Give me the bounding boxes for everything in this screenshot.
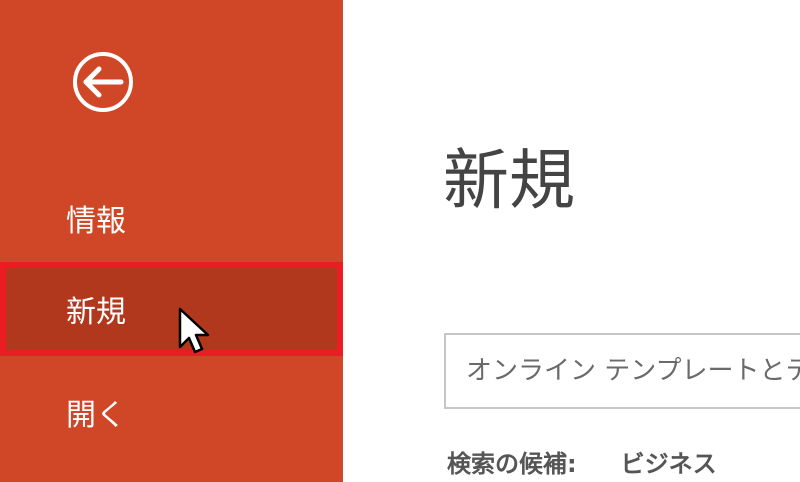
sidebar-item-open[interactable]: 開く [0, 366, 343, 458]
sidebar-item-label: 開く [66, 398, 126, 433]
suggestion-business-link[interactable]: ビジネス [621, 444, 717, 479]
back-arrow-circle-icon[interactable] [58, 52, 148, 112]
mouse-pointer-icon [178, 307, 210, 354]
template-search-box[interactable] [444, 333, 800, 409]
sidebar-item-info[interactable]: 情報 [0, 172, 343, 264]
sidebar-item-label: 情報 [66, 204, 126, 239]
app-window: 情報 新規 開く 新規 検索の候補: ビジネス [0, 0, 800, 482]
template-search-input[interactable] [446, 340, 800, 402]
suggestions-label: 検索の候補: [447, 450, 577, 478]
back-button[interactable] [58, 52, 148, 112]
backstage-sidebar: 情報 新規 開く [0, 0, 343, 482]
main-panel: 新規 検索の候補: ビジネス [343, 0, 800, 482]
page-title: 新規 [443, 142, 575, 219]
search-suggestions: 検索の候補: ビジネス [447, 444, 717, 479]
sidebar-item-label: 新規 [66, 295, 126, 330]
sidebar-item-new[interactable]: 新規 [0, 262, 343, 356]
